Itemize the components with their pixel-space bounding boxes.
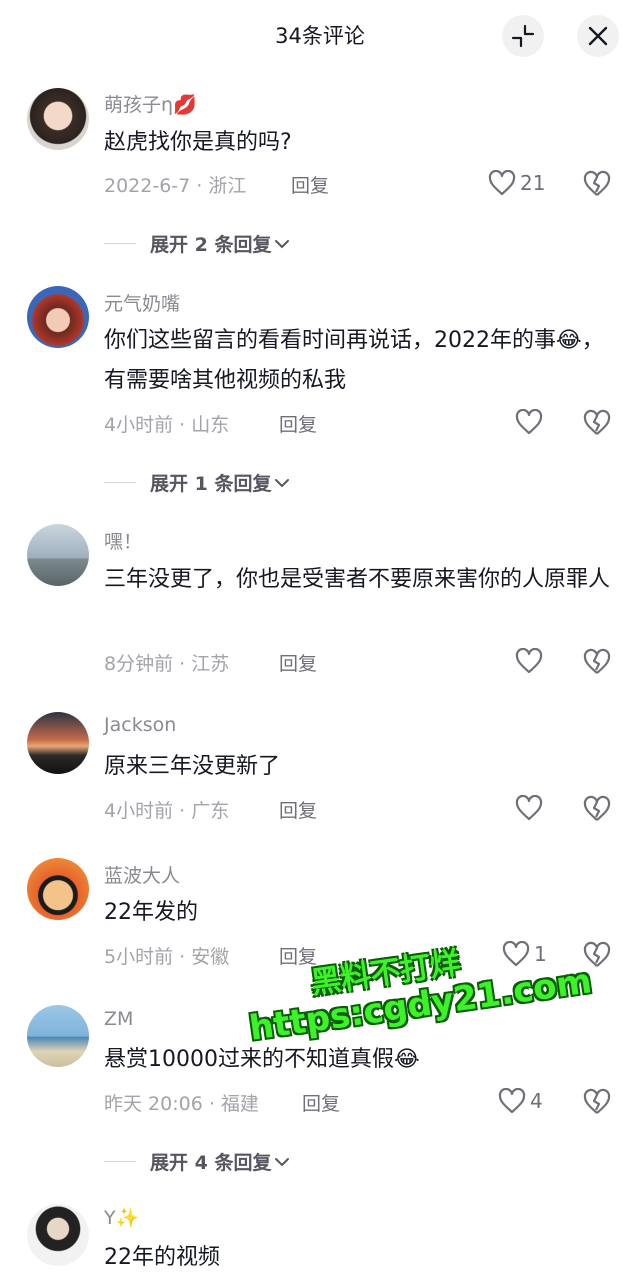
like-count: 1 xyxy=(534,942,547,966)
comment-meta: 8分钟前 · 江苏 xyxy=(104,653,230,675)
comment-text: 22年的视频 xyxy=(104,1245,220,1270)
expand-replies-button[interactable]: 展开 4 条回复 xyxy=(104,1148,291,1175)
like-count: 4 xyxy=(530,1089,543,1113)
like-button[interactable]: 21 xyxy=(488,170,545,196)
like-button[interactable]: 1 xyxy=(502,941,547,967)
heart-icon xyxy=(515,648,543,674)
broken-heart-icon[interactable] xyxy=(583,1088,611,1116)
comment-username[interactable]: 嘿！ xyxy=(104,527,142,554)
comment-meta: 4小时前 · 山东 xyxy=(104,414,230,436)
avatar[interactable] xyxy=(27,1005,89,1067)
avatar[interactable] xyxy=(27,858,89,920)
expand-replies-label: 展开 4 条回复 xyxy=(150,1152,272,1174)
close-icon xyxy=(588,26,608,46)
close-button[interactable] xyxy=(577,15,619,57)
comment-text: 你们这些留言的看看时间再说话，2022年的事😂，有需要啥其他视频的私我 xyxy=(104,328,604,393)
avatar[interactable] xyxy=(27,286,89,348)
comment-username[interactable]: Y✨ xyxy=(104,1206,139,1229)
comment-username[interactable]: 元气奶嘴 xyxy=(104,289,180,316)
reply-button[interactable]: 回复 xyxy=(279,410,317,437)
reply-button[interactable]: 回复 xyxy=(302,1089,340,1116)
comment-username[interactable]: 蓝波大人 xyxy=(104,861,180,888)
comment-meta: 昨天 20:06 · 福建 xyxy=(104,1093,259,1115)
chevron-down-icon xyxy=(275,1157,290,1166)
comments-count-title: 34条评论 xyxy=(275,24,365,48)
broken-heart-icon[interactable] xyxy=(583,648,611,676)
comment-meta: 2022-6-7 · 浙江 xyxy=(104,175,247,197)
like-button[interactable]: 4 xyxy=(498,1088,543,1114)
comment-text: 赵虎找你是真的吗? xyxy=(104,130,292,155)
comment-meta: 5小时前 · 安徽 xyxy=(104,946,230,968)
divider xyxy=(104,482,136,483)
divider xyxy=(104,1161,136,1162)
expand-replies-label: 展开 1 条回复 xyxy=(150,473,272,495)
comment-text: 22年发的 xyxy=(104,900,198,925)
heart-icon xyxy=(498,1088,526,1114)
avatar[interactable] xyxy=(27,88,89,150)
collapse-button[interactable] xyxy=(502,15,544,57)
like-count: 21 xyxy=(520,171,546,195)
reply-button[interactable]: 回复 xyxy=(279,796,317,823)
comment-meta: 4小时前 · 广东 xyxy=(104,800,230,822)
broken-heart-icon[interactable] xyxy=(583,409,611,437)
avatar[interactable] xyxy=(27,1204,89,1266)
divider xyxy=(104,243,136,244)
heart-icon xyxy=(515,409,543,435)
heart-icon xyxy=(488,170,516,196)
comments-header: 34条评论 xyxy=(0,0,640,72)
comment-text: 原来三年没更新了 xyxy=(104,754,281,779)
expand-replies-button[interactable]: 展开 2 条回复 xyxy=(104,230,291,257)
reply-button[interactable]: 回复 xyxy=(291,171,329,198)
chevron-down-icon xyxy=(275,239,290,248)
collapse-icon xyxy=(511,24,535,48)
heart-icon xyxy=(515,795,543,821)
avatar[interactable] xyxy=(27,524,89,586)
comment-username[interactable]: ZM xyxy=(104,1008,133,1030)
expand-replies-label: 展开 2 条回复 xyxy=(150,234,272,256)
like-button[interactable] xyxy=(515,648,543,674)
chevron-down-icon xyxy=(275,478,290,487)
heart-icon xyxy=(502,941,530,967)
reply-button[interactable]: 回复 xyxy=(279,649,317,676)
comment-text: 悬赏10000过来的不知道真假😂 xyxy=(104,1047,420,1072)
comment-username[interactable]: 萌孩子η💋 xyxy=(104,90,197,117)
avatar[interactable] xyxy=(27,712,89,774)
comment-text: 三年没更了，你也是受害者不要原来害你的人原罪人 xyxy=(104,567,611,592)
broken-heart-icon[interactable] xyxy=(583,795,611,823)
expand-replies-button[interactable]: 展开 1 条回复 xyxy=(104,469,291,496)
like-button[interactable] xyxy=(515,795,543,821)
comment-username[interactable]: Jackson xyxy=(104,714,176,736)
like-button[interactable] xyxy=(515,409,543,435)
broken-heart-icon[interactable] xyxy=(583,170,611,198)
